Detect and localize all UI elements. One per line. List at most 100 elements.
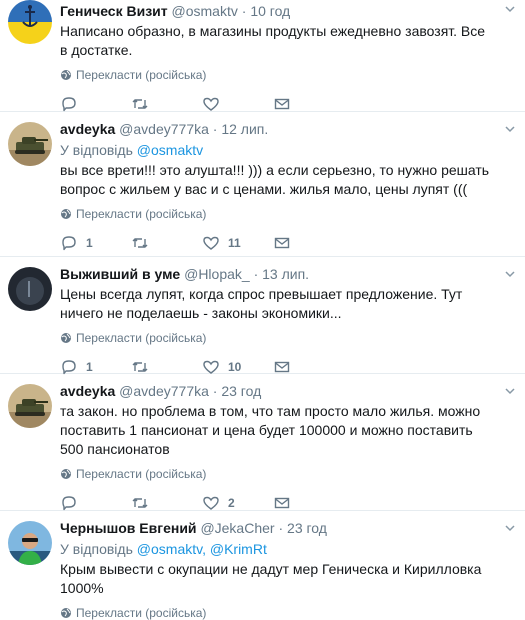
reply-to-link[interactable]: @KrimRt — [210, 541, 267, 557]
tweet[interactable]: avdeyka @avdey777ka · 12 лип. У відповід… — [0, 112, 525, 257]
reply-to-link[interactable]: @osmaktv — [137, 142, 203, 158]
translate-link[interactable]: Перекласти (російська) — [60, 331, 495, 345]
retweet-icon — [132, 498, 148, 508]
retweet-button[interactable] — [131, 234, 202, 252]
separator-dot: · — [212, 383, 218, 399]
tweet[interactable]: Геническ Визит @osmaktv · 10 год Написан… — [0, 0, 525, 112]
separator-dot: · — [278, 520, 284, 536]
timestamp[interactable]: 23 год — [287, 520, 327, 536]
retweet-icon — [132, 99, 148, 109]
person-avatar-icon — [8, 521, 52, 565]
like-count: 2 — [228, 496, 235, 510]
tweet-text: Цены всегда лупят, когда спрос превышает… — [60, 286, 463, 321]
translate-label: Перекласти (російська) — [76, 68, 207, 82]
translate-label: Перекласти (російська) — [76, 331, 207, 345]
like-button[interactable]: 2 — [202, 494, 273, 512]
timestamp[interactable]: 10 год — [250, 3, 290, 19]
translate-link[interactable]: Перекласти (російська) — [60, 606, 495, 620]
globe-icon — [61, 209, 71, 219]
reply-context: У відповідь @osmaktv, @KrimRt — [60, 541, 267, 557]
reply-icon — [62, 236, 76, 251]
reply-context: У відповідь @osmaktv — [60, 141, 495, 159]
chevron-down-icon[interactable] — [503, 122, 517, 136]
retweet-button[interactable] — [131, 95, 202, 113]
author-name[interactable]: Выживший в уме — [60, 266, 180, 282]
avatar[interactable] — [8, 267, 52, 311]
tweet[interactable]: avdeyka @avdey777ka · 23 год та закон. н… — [0, 374, 525, 511]
reply-button[interactable]: 1 — [60, 234, 131, 252]
timestamp[interactable]: 13 лип. — [262, 266, 309, 282]
reply-prefix: У відповідь — [60, 142, 133, 158]
author-handle[interactable]: @JekaCher — [200, 520, 274, 536]
avatar[interactable] — [8, 384, 52, 428]
globe-icon — [61, 333, 71, 343]
heart-icon — [203, 496, 219, 510]
timestamp[interactable]: 12 лип. — [221, 121, 268, 137]
separator-dot: · — [253, 266, 259, 282]
separator-dot: · — [212, 121, 218, 137]
tank-avatar-icon — [8, 384, 52, 428]
tweet[interactable]: Выживший в уме @Hlopak_ · 13 лип. Цены в… — [0, 257, 525, 375]
tweet-text: вы все врети!!! это алушта!!! ))) а если… — [60, 162, 490, 197]
avatar[interactable] — [8, 122, 52, 166]
author-name[interactable]: Чернышов Евгений — [60, 520, 197, 536]
heart-icon — [203, 236, 219, 250]
translate-label: Перекласти (російська) — [76, 467, 207, 481]
translate-link[interactable]: Перекласти (російська) — [60, 467, 495, 481]
envelope-icon — [274, 237, 290, 249]
tweet-text: та закон. но проблема в том, что там про… — [60, 403, 481, 457]
tweet-text: Крым вывести с окупации не дадут мер Ген… — [60, 561, 482, 596]
author-handle[interactable]: @Hlopak_ — [184, 266, 250, 282]
separator-dot: · — [241, 3, 247, 19]
like-button[interactable]: 11 — [202, 234, 273, 252]
message-button[interactable] — [273, 95, 344, 113]
globe-icon — [61, 469, 71, 479]
reply-to-link[interactable]: @osmaktv — [137, 541, 202, 557]
timestamp[interactable]: 23 год — [221, 383, 261, 399]
tweet-text: Написано образно, в магазины продукты еж… — [60, 23, 486, 58]
chevron-down-icon[interactable] — [503, 521, 517, 535]
reply-icon — [62, 496, 76, 511]
like-button[interactable] — [202, 95, 273, 113]
reply-icon — [62, 97, 76, 112]
chevron-down-icon[interactable] — [503, 2, 517, 16]
reply-button[interactable] — [60, 494, 131, 512]
author-handle[interactable]: @avdey777ka — [119, 121, 209, 137]
translate-link[interactable]: Перекласти (російська) — [60, 207, 495, 221]
reply-prefix: У відповідь — [60, 541, 133, 557]
globe-icon — [61, 70, 71, 80]
avatar[interactable] — [8, 0, 52, 44]
author-handle[interactable]: @avdey777ka — [119, 383, 209, 399]
tweet-header: Чернышов Евгений @JekaCher · 23 год — [60, 519, 495, 537]
message-button[interactable] — [273, 494, 344, 512]
translate-label: Перекласти (російська) — [76, 207, 207, 221]
reply-count: 1 — [86, 236, 93, 250]
chevron-down-icon[interactable] — [503, 267, 517, 281]
tweet-header: avdeyka @avdey777ka · 23 год — [60, 382, 495, 400]
tweet-actions: 1 11 — [60, 233, 495, 253]
tweet-header: Выживший в уме @Hlopak_ · 13 лип. — [60, 265, 495, 283]
flag-avatar-icon — [8, 0, 52, 44]
translate-link[interactable]: Перекласти (російська) — [60, 68, 495, 82]
author-handle[interactable]: @osmaktv — [172, 3, 238, 19]
tweet-header: Геническ Визит @osmaktv · 10 год — [60, 0, 495, 20]
avatar[interactable] — [8, 521, 52, 565]
reply-button[interactable] — [60, 95, 131, 113]
retweet-button[interactable] — [131, 494, 202, 512]
tweet-header: avdeyka @avdey777ka · 12 лип. — [60, 120, 495, 138]
author-name[interactable]: avdeyka — [60, 121, 115, 137]
chevron-down-icon[interactable] — [503, 384, 517, 398]
tweet[interactable]: Чернышов Евгений @JekaCher · 23 год У ві… — [0, 511, 525, 620]
message-button[interactable] — [273, 234, 344, 252]
envelope-icon — [274, 497, 290, 509]
envelope-icon — [274, 98, 290, 110]
translate-label: Перекласти (російська) — [76, 606, 207, 620]
like-count: 11 — [228, 236, 241, 250]
reply-count: 1 — [86, 360, 93, 374]
author-name[interactable]: avdeyka — [60, 383, 115, 399]
tank-avatar-icon — [8, 122, 52, 166]
author-name[interactable]: Геническ Визит — [60, 3, 168, 19]
dark-avatar-icon — [8, 267, 52, 311]
tweet-actions: 2 — [60, 493, 495, 513]
globe-icon — [61, 608, 71, 618]
